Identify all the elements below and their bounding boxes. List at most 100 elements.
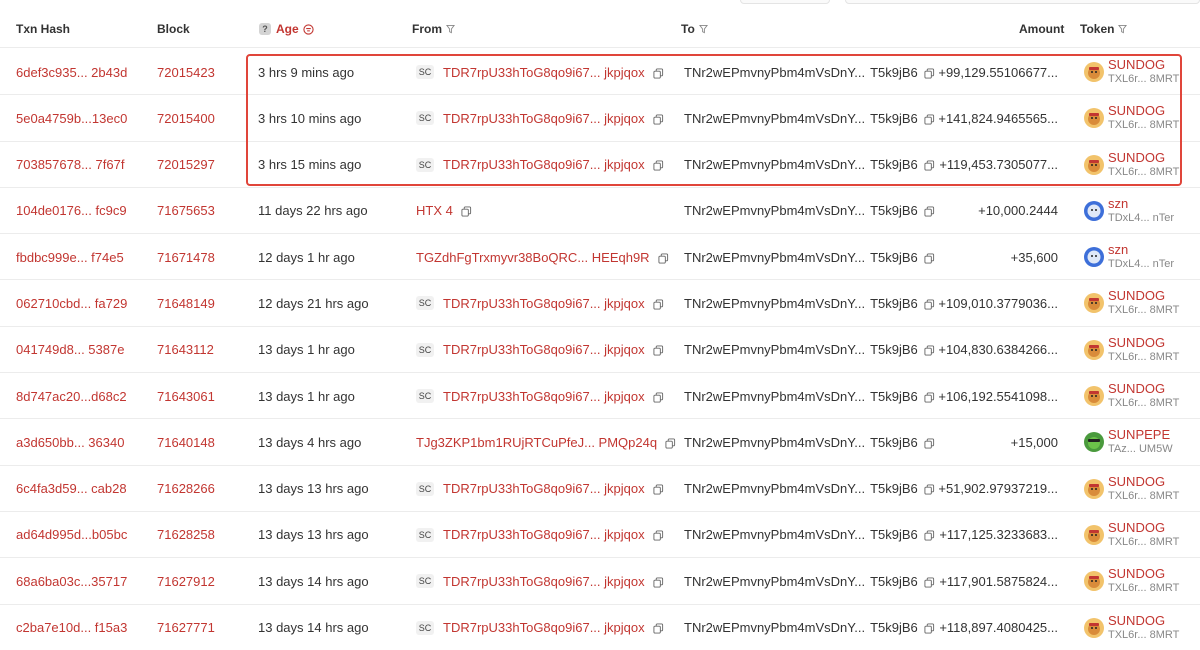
copy-icon[interactable]	[653, 298, 664, 310]
block-link[interactable]: 71671478	[157, 234, 215, 280]
from-address-link[interactable]: TDR7rpU33hToG8qo9i67... jkpjqox	[443, 481, 645, 496]
token-cell[interactable]: SUNDOG TXL6r... 8MRT	[1084, 327, 1179, 373]
block-link[interactable]: 71643061	[157, 373, 215, 419]
to-address[interactable]: TNr2wEPmvnyPbm4mVsDnY...	[684, 250, 865, 265]
to-address-tail[interactable]: T5k9jB6	[870, 435, 918, 450]
copy-icon[interactable]	[924, 252, 935, 264]
copy-icon[interactable]	[653, 391, 664, 403]
token-cell[interactable]: SUNDOG TXL6r... 8MRT	[1084, 49, 1179, 95]
token-name-link[interactable]: SUNDOG	[1108, 335, 1179, 350]
token-name-link[interactable]: szn	[1108, 242, 1174, 257]
to-address-tail[interactable]: T5k9jB6	[870, 111, 918, 126]
txn-hash-link[interactable]: 041749d8... 5387e	[16, 327, 124, 373]
block-link[interactable]: 71643112	[157, 327, 214, 373]
to-address-tail[interactable]: T5k9jB6	[870, 389, 918, 404]
to-address-tail[interactable]: T5k9jB6	[870, 250, 918, 265]
to-address[interactable]: TNr2wEPmvnyPbm4mVsDnY...	[684, 296, 865, 311]
token-name-link[interactable]: SUNDOG	[1108, 613, 1179, 628]
token-name-link[interactable]: SUNDOG	[1108, 57, 1179, 72]
token-cell[interactable]: SUNDOG TXL6r... 8MRT	[1084, 558, 1179, 604]
block-link[interactable]: 72015400	[157, 95, 215, 141]
from-address-link[interactable]: TDR7rpU33hToG8qo9i67... jkpjqox	[443, 574, 645, 589]
block-link[interactable]: 71627771	[157, 605, 215, 650]
token-cell[interactable]: SUNDOG TXL6r... 8MRT	[1084, 466, 1179, 512]
token-cell[interactable]: SUNDOG TXL6r... 8MRT	[1084, 605, 1179, 650]
to-address-tail[interactable]: T5k9jB6	[870, 65, 918, 80]
copy-icon[interactable]	[461, 205, 472, 217]
to-address-tail[interactable]: T5k9jB6	[870, 481, 918, 496]
copy-icon[interactable]	[653, 113, 664, 125]
to-address[interactable]: TNr2wEPmvnyPbm4mVsDnY...	[684, 527, 865, 542]
copy-icon[interactable]	[924, 344, 935, 356]
token-cell[interactable]: SUNDOG TXL6r... 8MRT	[1084, 512, 1179, 558]
copy-icon[interactable]	[924, 67, 935, 79]
token-cell[interactable]: SUNDOG TXL6r... 8MRT	[1084, 142, 1179, 188]
to-address-tail[interactable]: T5k9jB6	[870, 620, 918, 635]
block-link[interactable]: 71640148	[157, 419, 215, 465]
from-address-link[interactable]: TDR7rpU33hToG8qo9i67... jkpjqox	[443, 527, 645, 542]
filter-icon[interactable]	[1118, 24, 1128, 34]
txn-hash-link[interactable]: 5e0a4759b...13ec0	[16, 95, 127, 141]
from-address-link[interactable]: HTX 4	[416, 203, 453, 218]
copy-icon[interactable]	[924, 205, 935, 217]
copy-icon[interactable]	[653, 67, 664, 79]
to-address-tail[interactable]: T5k9jB6	[870, 527, 918, 542]
token-cell[interactable]: SUNDOG TXL6r... 8MRT	[1084, 373, 1179, 419]
to-address[interactable]: TNr2wEPmvnyPbm4mVsDnY...	[684, 620, 865, 635]
to-address[interactable]: TNr2wEPmvnyPbm4mVsDnY...	[684, 203, 865, 218]
txn-hash-link[interactable]: a3d650bb... 36340	[16, 419, 124, 465]
to-address[interactable]: TNr2wEPmvnyPbm4mVsDnY...	[684, 111, 865, 126]
help-icon[interactable]: ?	[259, 23, 271, 35]
copy-icon[interactable]	[924, 483, 935, 495]
toolbar-control[interactable]	[845, 0, 1200, 4]
from-address-link[interactable]: TDR7rpU33hToG8qo9i67... jkpjqox	[443, 65, 645, 80]
copy-icon[interactable]	[653, 483, 664, 495]
copy-icon[interactable]	[924, 298, 935, 310]
txn-hash-link[interactable]: fbdbc999e... f74e5	[16, 234, 124, 280]
txn-hash-link[interactable]: 6def3c935... 2b43d	[16, 49, 127, 95]
token-name-link[interactable]: SUNDOG	[1108, 150, 1179, 165]
copy-icon[interactable]	[924, 113, 935, 125]
txn-hash-link[interactable]: 703857678... 7f67f	[16, 142, 124, 188]
token-name-link[interactable]: szn	[1108, 196, 1174, 211]
txn-hash-link[interactable]: 6c4fa3d59... cab28	[16, 466, 127, 512]
to-address-tail[interactable]: T5k9jB6	[870, 296, 918, 311]
txn-hash-link[interactable]: 104de0176... fc9c9	[16, 188, 127, 234]
token-name-link[interactable]: SUNPEPE	[1108, 427, 1173, 442]
copy-icon[interactable]	[653, 159, 664, 171]
copy-icon[interactable]	[924, 622, 935, 634]
block-link[interactable]: 71627912	[157, 558, 215, 604]
copy-icon[interactable]	[653, 622, 664, 634]
token-name-link[interactable]: SUNDOG	[1108, 381, 1179, 396]
to-address[interactable]: TNr2wEPmvnyPbm4mVsDnY...	[684, 157, 865, 172]
to-address[interactable]: TNr2wEPmvnyPbm4mVsDnY...	[684, 65, 865, 80]
from-address-link[interactable]: TJg3ZKP1bm1RUjRTCuPfeJ... PMQp24q	[416, 435, 657, 450]
txn-hash-link[interactable]: ad64d995d...b05bc	[16, 512, 127, 558]
token-name-link[interactable]: SUNDOG	[1108, 520, 1179, 535]
copy-icon[interactable]	[658, 252, 669, 264]
to-address[interactable]: TNr2wEPmvnyPbm4mVsDnY...	[684, 435, 865, 450]
block-link[interactable]: 71648149	[157, 280, 215, 326]
token-cell[interactable]: SUNPEPE TAz... UM5W	[1084, 419, 1173, 465]
to-address[interactable]: TNr2wEPmvnyPbm4mVsDnY...	[684, 389, 865, 404]
from-address-link[interactable]: TDR7rpU33hToG8qo9i67... jkpjqox	[443, 389, 645, 404]
from-address-link[interactable]: TDR7rpU33hToG8qo9i67... jkpjqox	[443, 296, 645, 311]
token-cell[interactable]: szn TDxL4... nTer	[1084, 234, 1174, 280]
copy-icon[interactable]	[665, 437, 676, 449]
to-address-tail[interactable]: T5k9jB6	[870, 157, 918, 172]
copy-icon[interactable]	[653, 344, 664, 356]
filter-icon[interactable]	[446, 24, 455, 34]
token-name-link[interactable]: SUNDOG	[1108, 474, 1179, 489]
to-address-tail[interactable]: T5k9jB6	[870, 203, 918, 218]
txn-hash-link[interactable]: 8d747ac20...d68c2	[16, 373, 127, 419]
from-address-link[interactable]: TDR7rpU33hToG8qo9i67... jkpjqox	[443, 111, 645, 126]
to-address[interactable]: TNr2wEPmvnyPbm4mVsDnY...	[684, 574, 865, 589]
from-address-link[interactable]: TDR7rpU33hToG8qo9i67... jkpjqox	[443, 157, 645, 172]
txn-hash-link[interactable]: 68a6ba03c...35717	[16, 558, 127, 604]
block-link[interactable]: 72015297	[157, 142, 215, 188]
copy-icon[interactable]	[924, 437, 935, 449]
block-link[interactable]: 71628266	[157, 466, 215, 512]
to-address-tail[interactable]: T5k9jB6	[870, 574, 918, 589]
token-cell[interactable]: SUNDOG TXL6r... 8MRT	[1084, 280, 1179, 326]
copy-icon[interactable]	[924, 391, 935, 403]
